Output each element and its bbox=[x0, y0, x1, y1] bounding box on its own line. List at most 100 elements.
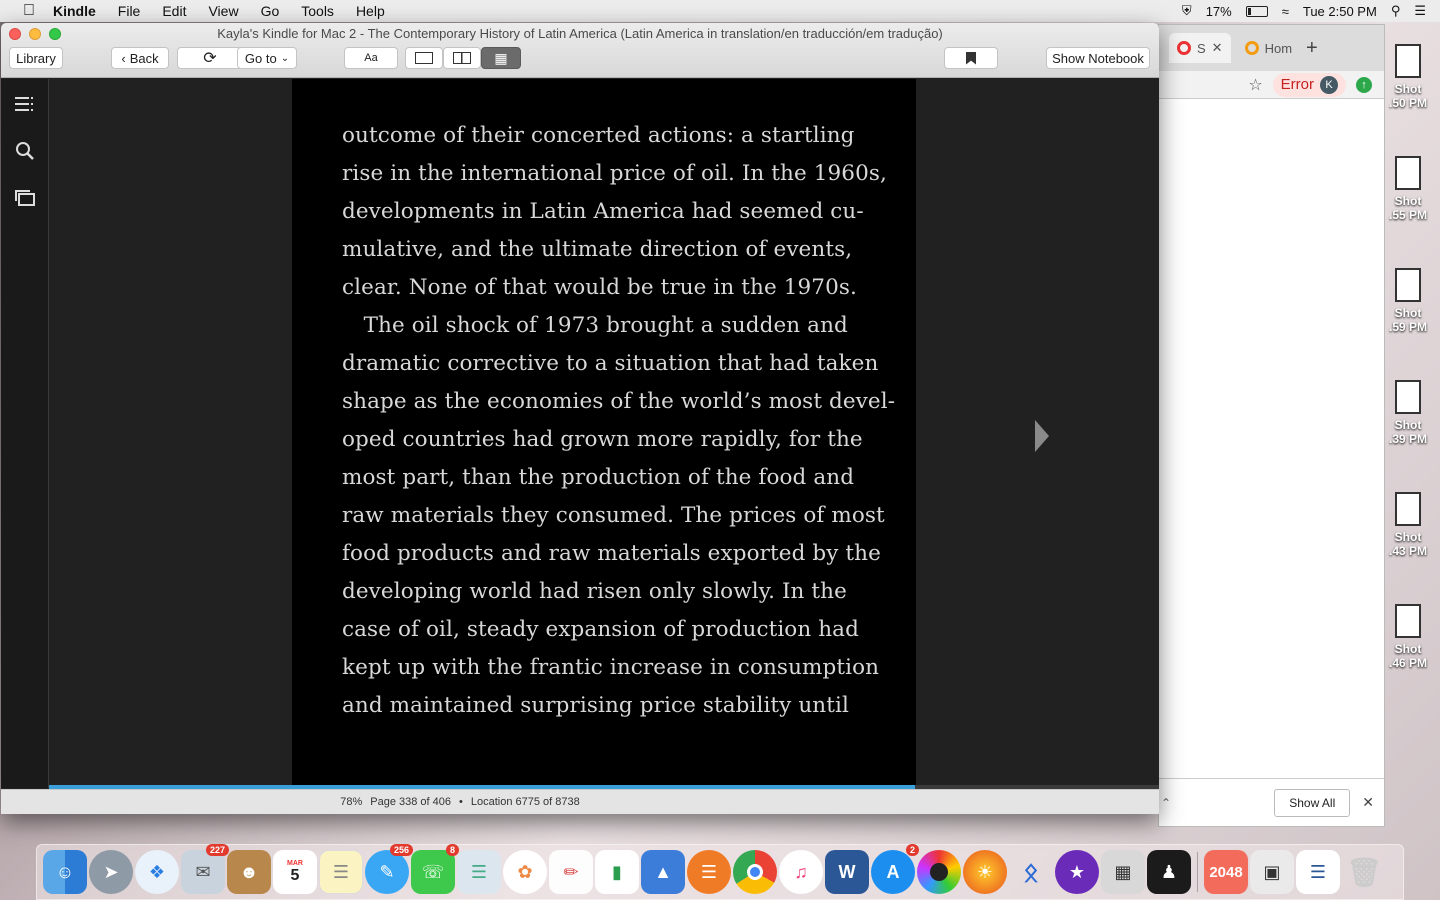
spotlight-search-icon[interactable]: ⚲ bbox=[1391, 3, 1401, 19]
messages-icon[interactable]: ✎ 256 bbox=[365, 844, 413, 894]
desktop-screenshot-file[interactable]: Shot .39 PM bbox=[1380, 380, 1436, 446]
notification-center-icon[interactable]: ☰ bbox=[1414, 3, 1426, 19]
word-icon[interactable]: W bbox=[825, 850, 869, 894]
calendar-day: 5 bbox=[290, 866, 300, 884]
desktop-screenshot-file[interactable]: Shot .55 PM bbox=[1380, 156, 1436, 222]
app-store-icon[interactable]: A2 bbox=[871, 844, 919, 894]
update-arrow-icon[interactable]: ↑ bbox=[1356, 76, 1372, 93]
photos-icon[interactable]: ✿ bbox=[503, 850, 547, 894]
flashcards-view-button[interactable]: ▦ bbox=[481, 47, 521, 69]
numbers-icon[interactable]: ▮ bbox=[595, 850, 639, 894]
back-label: Back bbox=[129, 50, 159, 66]
two-column-view-button[interactable] bbox=[443, 47, 481, 69]
browser-toolbar: ☆ Error K ↑ bbox=[1159, 71, 1384, 99]
back-button[interactable]: ‹ Back bbox=[111, 47, 169, 69]
chrome-remote-desktop-icon[interactable]: ▣ bbox=[1250, 850, 1294, 894]
clock[interactable]: Tue 2:50 PM bbox=[1303, 4, 1377, 19]
pages-icon[interactable]: ✏ bbox=[549, 850, 593, 894]
single-column-view-button[interactable] bbox=[405, 47, 443, 69]
text-line: kept up with the frantic increase in con… bbox=[342, 655, 880, 680]
single-page-icon bbox=[415, 52, 433, 64]
facetime-icon[interactable]: ☏ 8 bbox=[411, 844, 459, 894]
show-notebook-button[interactable]: Show Notebook bbox=[1046, 47, 1150, 69]
show-all-downloads-button[interactable]: Show All bbox=[1274, 788, 1351, 817]
book-page[interactable]: outcome of their concerted actions: a st… bbox=[292, 79, 916, 788]
search-icon[interactable] bbox=[15, 141, 35, 161]
desktop-screenshot-file[interactable]: Shot .59 PM bbox=[1380, 268, 1436, 334]
tab-title: S bbox=[1197, 40, 1206, 56]
messages-badge: 256 bbox=[389, 844, 413, 856]
kindle-app-icon[interactable]: ♟ bbox=[1147, 850, 1191, 894]
trash-icon[interactable]: 🗑 bbox=[1342, 850, 1386, 894]
font-settings-label: Aa bbox=[364, 52, 378, 64]
finder-icon[interactable]: ☺ bbox=[43, 850, 87, 894]
next-page-arrow-icon[interactable] bbox=[1035, 420, 1049, 452]
text-line: mulative, and the ultimate direction of … bbox=[342, 237, 853, 262]
calendar-icon[interactable]: MAR 5 bbox=[273, 850, 317, 894]
sync-button[interactable]: ⟳ bbox=[177, 47, 243, 69]
menu-view[interactable]: View bbox=[208, 3, 238, 19]
tab-close-icon[interactable]: ✕ bbox=[1212, 40, 1223, 56]
menu-help[interactable]: Help bbox=[356, 3, 385, 19]
keynote-icon[interactable]: ▲ bbox=[641, 850, 685, 894]
menu-app-kindle[interactable]: Kindle bbox=[53, 3, 96, 19]
error-label: Error bbox=[1280, 76, 1314, 93]
file-label: Shot bbox=[1394, 306, 1422, 320]
page-text[interactable]: outcome of their concerted actions: a st… bbox=[342, 117, 895, 725]
menu-file[interactable]: File bbox=[118, 3, 141, 19]
calculator-icon[interactable]: ▦ bbox=[1101, 850, 1145, 894]
desktop-screenshot-file[interactable]: Shot .46 PM bbox=[1380, 604, 1436, 670]
game-2048-icon[interactable]: 2048 bbox=[1204, 850, 1248, 894]
apple-menu-icon[interactable]:  bbox=[19, 2, 39, 20]
chevron-up-icon[interactable]: ⌃ bbox=[1161, 796, 1171, 810]
desktop-screenshot-file[interactable]: Shot .43 PM bbox=[1380, 492, 1436, 558]
go-to-label: Go to bbox=[244, 50, 277, 66]
browser-tab-active[interactable]: S ✕ bbox=[1169, 33, 1231, 63]
notes-icon[interactable]: ☰ bbox=[319, 850, 363, 894]
bluetooth-icon[interactable]: ᛟ bbox=[1009, 850, 1053, 894]
file-label: Shot bbox=[1394, 194, 1422, 208]
library-label: Library bbox=[16, 50, 56, 66]
safari-icon[interactable]: ❖ bbox=[135, 850, 179, 894]
notes-panel-icon[interactable] bbox=[15, 189, 35, 209]
launchpad-icon[interactable]: ➤ bbox=[89, 850, 133, 894]
status-bar: 78% Page 338 of 406 • Location 6775 of 8… bbox=[1, 789, 1159, 814]
shield-status-icon[interactable]: ⛨ bbox=[1182, 3, 1192, 19]
browser-tab[interactable]: Hom bbox=[1237, 33, 1300, 63]
location-number: Location 6775 of 8738 bbox=[470, 796, 580, 808]
bookmark-star-icon[interactable]: ☆ bbox=[1248, 75, 1262, 95]
menu-edit[interactable]: Edit bbox=[162, 3, 186, 19]
document-stack-icon[interactable]: ☰ bbox=[1296, 850, 1340, 894]
show-notebook-label: Show Notebook bbox=[1052, 50, 1144, 66]
close-downloads-icon[interactable]: ✕ bbox=[1362, 794, 1374, 811]
wifi-icon[interactable]: ≈ bbox=[1282, 4, 1289, 19]
reading-pane[interactable]: outcome of their concerted actions: a st… bbox=[49, 79, 1159, 788]
chrome-icon[interactable] bbox=[733, 850, 777, 894]
battery-percent[interactable]: 17% bbox=[1206, 4, 1232, 19]
sync-error-button[interactable]: Error K bbox=[1272, 72, 1346, 97]
contacts-icon[interactable]: ☻ bbox=[227, 850, 271, 894]
image-capture-icon[interactable]: ☰ bbox=[457, 850, 501, 894]
itunes-icon[interactable]: ♫ bbox=[779, 850, 823, 894]
font-settings-button[interactable]: Aa bbox=[344, 47, 398, 69]
imovie-icon[interactable]: ★ bbox=[1055, 850, 1099, 894]
new-tab-button[interactable]: + bbox=[1306, 37, 1318, 60]
menu-tools[interactable]: Tools bbox=[301, 3, 334, 19]
tab-title: Hom bbox=[1264, 40, 1293, 56]
status-separator: • bbox=[459, 796, 463, 808]
ibooks-icon[interactable]: ☰ bbox=[687, 850, 731, 894]
game-2048-label: 2048 bbox=[1209, 863, 1243, 881]
table-of-contents-icon[interactable] bbox=[15, 95, 35, 115]
file-thumbnail-icon bbox=[1395, 268, 1421, 302]
color-picker-icon[interactable] bbox=[917, 850, 961, 894]
desktop-screenshot-file[interactable]: Shot .50 PM bbox=[1380, 44, 1436, 110]
battery-icon[interactable] bbox=[1245, 5, 1268, 17]
bookmark-button[interactable] bbox=[944, 47, 998, 69]
menu-go[interactable]: Go bbox=[261, 3, 280, 19]
library-button[interactable]: Library bbox=[9, 47, 63, 69]
firefox-icon[interactable]: ☀ bbox=[963, 850, 1007, 894]
mail-icon[interactable]: ✉ 227 bbox=[181, 844, 229, 894]
file-label-time: .43 PM bbox=[1388, 544, 1427, 558]
go-to-dropdown[interactable]: Go to ⌄ bbox=[237, 47, 297, 69]
sync-icon: ⟳ bbox=[203, 50, 217, 67]
